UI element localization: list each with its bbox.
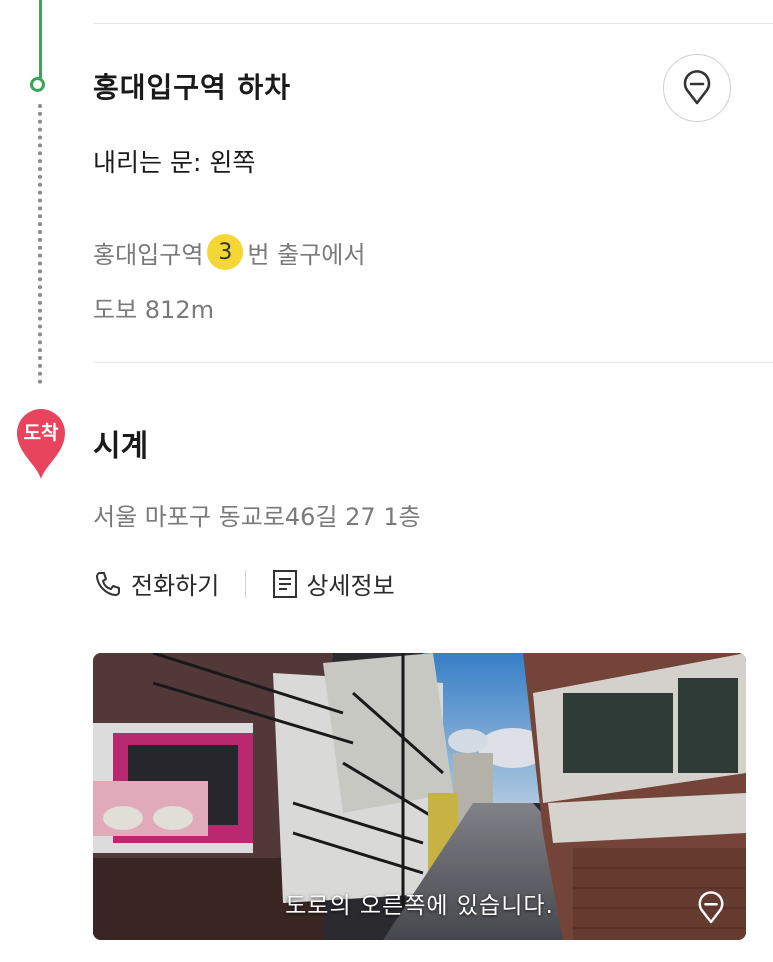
arrival-badge: 도착 bbox=[23, 422, 59, 444]
action-separator bbox=[245, 569, 247, 598]
destination-title: 시계 bbox=[93, 429, 149, 464]
detail-label: 상세정보 bbox=[306, 572, 395, 600]
walk-distance: 도보 812m bbox=[93, 296, 214, 324]
section-divider bbox=[93, 362, 773, 363]
location-pin-icon bbox=[683, 70, 711, 105]
phone-icon bbox=[96, 571, 120, 596]
transit-stop-marker bbox=[30, 77, 45, 92]
location-pin-icon[interactable] bbox=[696, 890, 726, 926]
exit-number-badge: 3 bbox=[207, 234, 244, 270]
call-label: 전화하기 bbox=[131, 572, 220, 600]
transit-route-line bbox=[39, 0, 42, 78]
destination-actions: 전화하기 상세정보 bbox=[93, 566, 395, 601]
document-icon bbox=[273, 569, 298, 598]
street-view-photo[interactable]: 도로의 오른쪽에 있습니다. bbox=[93, 653, 746, 940]
exit-station: 홍대입구역 bbox=[93, 240, 204, 269]
stop-map-button[interactable] bbox=[663, 54, 731, 122]
call-button[interactable]: 전화하기 bbox=[93, 566, 219, 601]
door-info: 내리는 문: 왼쪽 bbox=[93, 148, 256, 177]
stop-title: 홍대입구역 하차 bbox=[93, 71, 292, 104]
detail-button[interactable]: 상세정보 bbox=[272, 566, 395, 601]
exit-suffix: 번 출구에서 bbox=[247, 240, 366, 269]
photo-caption: 도로의 오른쪽에 있습니다. bbox=[285, 893, 554, 919]
destination-address: 서울 마포구 동교로46길 27 1층 bbox=[93, 503, 421, 531]
exit-info: 홍대입구역 3 번 출구에서 bbox=[93, 234, 365, 270]
walking-route-line bbox=[38, 104, 42, 384]
section-divider bbox=[93, 23, 773, 24]
